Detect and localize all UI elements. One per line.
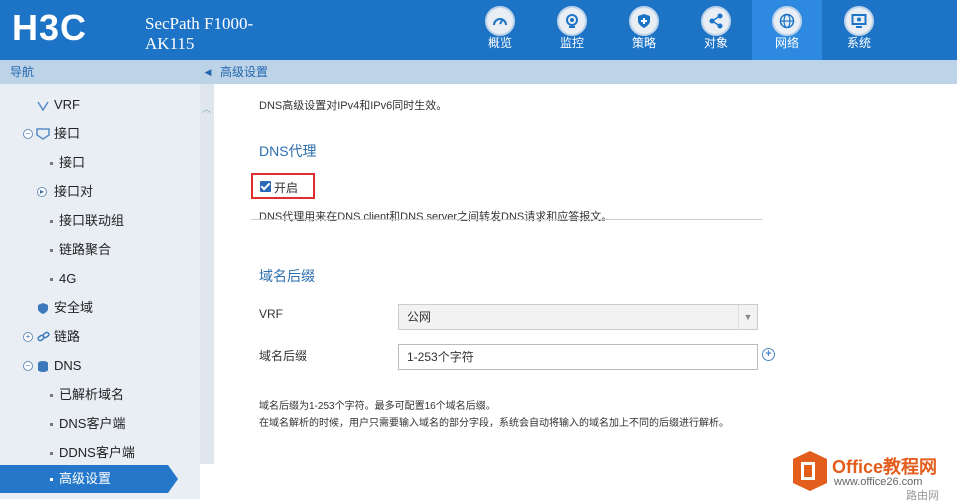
tab-label: 对象 bbox=[703, 36, 728, 50]
sidebar-item-interface-group[interactable]: – 接口 bbox=[0, 120, 190, 148]
sidebar-item-label: 接口对 bbox=[54, 184, 94, 199]
tab-object[interactable]: 对象 bbox=[681, 0, 751, 60]
domain-suffix-input[interactable]: 1-253个字符 bbox=[398, 344, 758, 370]
tab-label: 概览 bbox=[487, 36, 512, 50]
bullet bbox=[50, 478, 53, 481]
sidebar-item-dns[interactable]: – DNS bbox=[0, 352, 190, 380]
sidebar-item-label: VRF bbox=[54, 97, 80, 112]
sidebar-item-label: DNS bbox=[54, 358, 82, 373]
bullet bbox=[50, 220, 53, 223]
domain-suffix-title: 域名后缀 bbox=[259, 268, 315, 284]
sidebar-item-4g[interactable]: 4G bbox=[0, 265, 190, 293]
office-logo-icon bbox=[793, 451, 827, 491]
sidebar-item-dns-client[interactable]: DNS客户端 bbox=[0, 410, 190, 438]
tab-policy[interactable]: 策略 bbox=[609, 0, 679, 60]
bullet bbox=[50, 423, 53, 426]
sidebar-scrollbar[interactable] bbox=[200, 84, 214, 464]
bullet bbox=[50, 249, 53, 252]
tab-label: 策略 bbox=[631, 36, 656, 50]
globe-icon bbox=[772, 6, 802, 36]
sidebar-item-label: DDNS客户端 bbox=[59, 445, 135, 460]
share-nodes-icon bbox=[701, 6, 731, 36]
sidebar-item-label: 已解析域名 bbox=[59, 387, 125, 402]
sidebar-item-label: DNS客户端 bbox=[59, 416, 126, 431]
chevron-down-icon[interactable]: ▼ bbox=[738, 305, 757, 329]
vrf-select[interactable]: 公网 bbox=[398, 304, 758, 330]
sidebar-item-label: 链路 bbox=[54, 329, 81, 344]
sidebar-item-link[interactable]: + 链路 bbox=[0, 323, 190, 351]
h3c-logo: H3C bbox=[12, 8, 87, 48]
sidebar-item-resolved-domains[interactable]: 已解析域名 bbox=[0, 381, 190, 409]
sidebar-item-interface[interactable]: 接口 bbox=[0, 149, 190, 177]
bullet bbox=[50, 162, 53, 165]
dns-proxy-checkbox-label[interactable]: 开启 bbox=[274, 179, 298, 196]
sidebar-item-label: 高级设置 bbox=[59, 471, 112, 486]
expand-icon[interactable]: + bbox=[23, 332, 33, 342]
bullet bbox=[50, 394, 53, 397]
vrf-label: VRF bbox=[259, 307, 283, 321]
tab-overview[interactable]: 概览 bbox=[465, 0, 535, 60]
sidebar-title: 导航 bbox=[0, 60, 200, 84]
watermark: Office教程网 www.office26.com 路由网 bbox=[786, 447, 957, 502]
vrf-selected-value: 公网 bbox=[407, 310, 432, 324]
interface-icon bbox=[36, 128, 50, 140]
vrf-icon bbox=[37, 101, 49, 111]
sidebar-item-link-aggregation[interactable]: 链路聚合 bbox=[0, 236, 190, 264]
expand-icon[interactable]: ▸ bbox=[37, 187, 47, 197]
sidebar-item-label: 接口联动组 bbox=[59, 213, 125, 228]
collapse-icon[interactable]: – bbox=[23, 361, 33, 371]
dns-proxy-title: DNS代理 bbox=[259, 143, 317, 159]
sidebar-item-interface-pair[interactable]: ▸ 接口对 bbox=[0, 178, 190, 206]
chain-link-icon bbox=[37, 331, 50, 342]
dns-proxy-checkbox[interactable] bbox=[260, 181, 271, 192]
divider bbox=[251, 219, 762, 220]
intro-text: DNS高级设置对IPv4和IPv6同时生效。 bbox=[259, 100, 448, 112]
add-icon[interactable]: + bbox=[762, 348, 775, 361]
tab-system[interactable]: 系统 bbox=[824, 0, 894, 60]
sidebar-item-label: 接口 bbox=[54, 126, 81, 141]
bullet bbox=[50, 452, 53, 455]
note-line-2: 在域名解析的时候，用户只需要输入域名的部分字段，系统会自动将输入的域名加上不同的… bbox=[259, 418, 729, 429]
domain-suffix-placeholder: 1-253个字符 bbox=[407, 350, 474, 364]
tab-label: 网络 bbox=[774, 36, 799, 50]
tab-monitor[interactable]: 监控 bbox=[537, 0, 607, 60]
product-name: SecPath F1000-AK115 bbox=[145, 14, 254, 53]
shield-icon bbox=[38, 303, 48, 314]
collapse-sidebar-button[interactable]: ◀ bbox=[200, 60, 216, 84]
active-indicator bbox=[168, 465, 178, 493]
tab-label: 系统 bbox=[846, 36, 871, 50]
sidebar-item-label: 链路聚合 bbox=[59, 242, 112, 257]
shield-policy-icon bbox=[629, 6, 659, 36]
dashboard-icon bbox=[485, 6, 515, 36]
sidebar-item-ddns-client[interactable]: DDNS客户端 bbox=[0, 439, 190, 467]
note-line-1: 域名后缀为1-253个字符。最多可配置16个域名后缀。 bbox=[259, 401, 496, 412]
domain-suffix-label: 域名后缀 bbox=[259, 349, 308, 363]
sidebar-item-security-zone[interactable]: 安全域 bbox=[0, 294, 190, 322]
system-display-icon bbox=[844, 6, 874, 36]
collapse-icon[interactable]: – bbox=[23, 129, 33, 139]
tab-network[interactable]: 网络 bbox=[752, 0, 822, 60]
top-header: H3C SecPath F1000-AK115 概览 监控 策略 对象 网络 系… bbox=[0, 0, 957, 60]
watermark-corner: 路由网 bbox=[906, 490, 939, 502]
sidebar-item-vrf[interactable]: VRF bbox=[0, 91, 190, 119]
sidebar-item-label: 4G bbox=[59, 271, 77, 286]
sidebar-item-interface-linkage[interactable]: 接口联动组 bbox=[0, 207, 190, 235]
bullet bbox=[50, 278, 53, 281]
sidebar-item-advanced[interactable]: 高级设置 bbox=[0, 465, 168, 493]
scroll-up-icon[interactable]: ︿ bbox=[202, 102, 212, 114]
database-icon bbox=[38, 361, 48, 372]
svg-text:H3C: H3C bbox=[12, 8, 87, 48]
dns-proxy-description: DNS代理用来在DNS client和DNS server之间转发DNS请求和应… bbox=[259, 211, 613, 223]
monitor-icon bbox=[557, 6, 587, 36]
sidebar-item-label: 安全域 bbox=[54, 300, 94, 315]
breadcrumb: 高级设置 bbox=[216, 60, 957, 84]
sidebar: 导航 VRF – 接口 接口 ▸ 接口对 接口联动组 链路聚合 4G 安全域 +… bbox=[0, 60, 200, 499]
tab-label: 监控 bbox=[559, 36, 584, 50]
sidebar-item-label: 接口 bbox=[59, 155, 86, 170]
